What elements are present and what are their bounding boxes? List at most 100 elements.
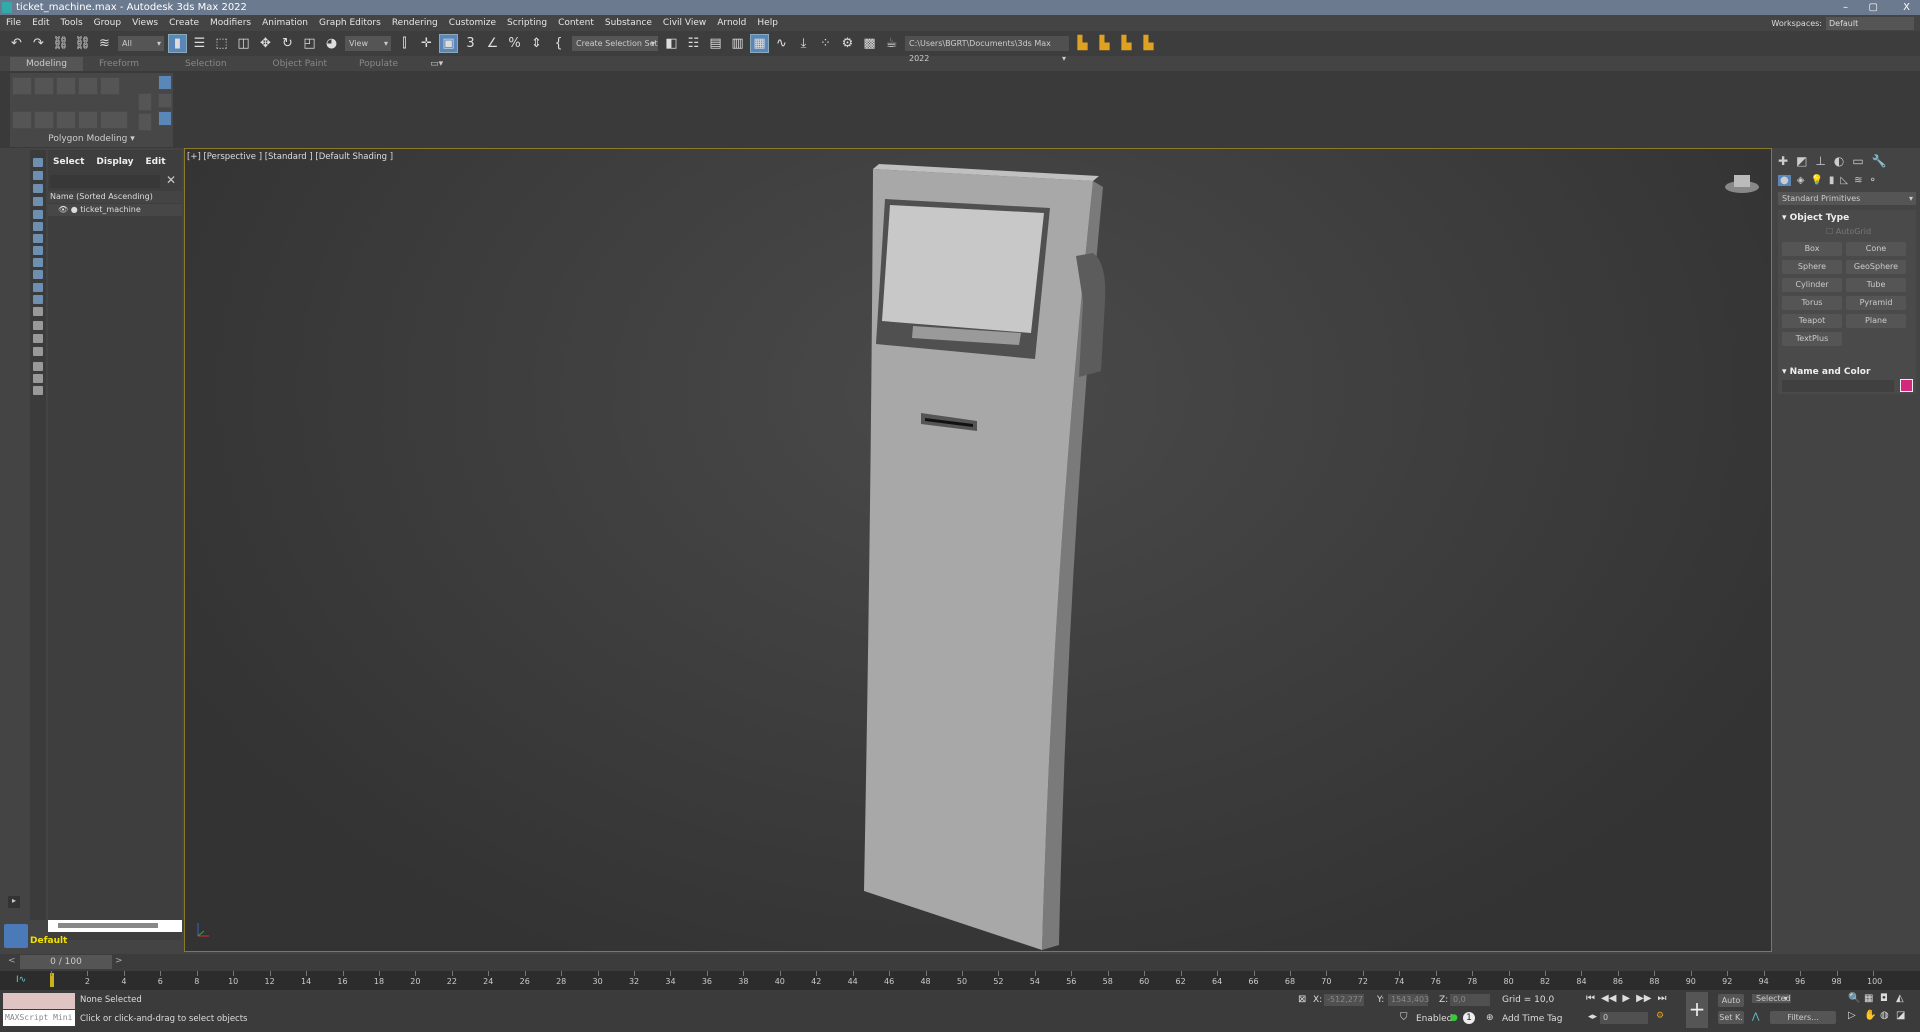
ribbon-tool-icon[interactable] (158, 75, 172, 90)
maxscript-listener-output[interactable] (3, 993, 75, 1009)
layer-toggle-button[interactable] (4, 924, 28, 948)
visibility-eye-icon[interactable]: 👁 (58, 205, 68, 214)
isolate-icon[interactable]: ⛉ (1400, 1012, 1408, 1023)
placement-icon[interactable]: ◕ (323, 35, 340, 52)
name-color-rollout[interactable]: ▾ Name and Color (1778, 364, 1916, 380)
current-layer[interactable]: Default (28, 936, 67, 946)
select-manipulate-icon[interactable]: ✛ (418, 35, 435, 52)
ribbon-tool-icon[interactable] (34, 111, 54, 129)
ribbon-tool-icon[interactable] (138, 113, 152, 131)
select-object-icon[interactable]: ▮ (168, 34, 187, 53)
explorer-filter-icon[interactable] (33, 362, 43, 371)
z-coordinate-input[interactable]: 0,0 (1450, 994, 1490, 1006)
geometry-icon[interactable]: ● (1778, 175, 1791, 186)
object-color-swatch[interactable] (1900, 379, 1913, 392)
absolute-mode-icon[interactable]: ⊠ (1298, 994, 1306, 1005)
rendered-frame-icon[interactable]: ▩ (861, 35, 878, 52)
undo-icon[interactable]: ↶ (8, 35, 25, 52)
textplus-button[interactable]: TextPlus (1782, 332, 1842, 346)
time-slider-thumb[interactable]: 0 / 100 (20, 955, 112, 969)
scene-explorer-icon[interactable]: ▦ (750, 34, 769, 53)
keyboard-shortcut-icon[interactable]: ▣ (439, 34, 458, 53)
menu-animation[interactable]: Animation (262, 18, 308, 28)
unlink-icon[interactable]: ⛓ (74, 35, 91, 52)
geosphere-button[interactable]: GeoSphere (1846, 260, 1906, 274)
schematic-view-icon[interactable]: ⤓ (795, 35, 812, 52)
bind-spacewarp-icon[interactable]: ≋ (96, 35, 113, 52)
default-tangents-icon[interactable]: ⋀ (1752, 1012, 1759, 1022)
mirror-icon[interactable]: ◧ (663, 35, 680, 52)
set-key-button[interactable]: + (1686, 992, 1708, 1028)
menu-create[interactable]: Create (169, 18, 199, 28)
explorer-tab-edit[interactable]: Edit (146, 157, 166, 167)
explorer-filter-icon[interactable] (33, 347, 43, 356)
layer-explorer-icon[interactable]: ▤ (707, 35, 724, 52)
category-dropdown[interactable]: Standard Primitives (1778, 192, 1916, 205)
explorer-filter-icon[interactable] (33, 184, 43, 193)
edit-named-sets-icon[interactable]: { (550, 35, 567, 52)
pivot-icon[interactable]: ⫿ (396, 35, 413, 52)
zoom-extents-all-icon[interactable]: ◭ (1896, 993, 1912, 1004)
menu-edit[interactable]: Edit (32, 18, 49, 28)
snaps-icon[interactable]: 3 (462, 35, 479, 52)
menu-help[interactable]: Help (757, 18, 778, 28)
cameras-icon[interactable]: ▮ (1829, 175, 1835, 186)
material-editor-icon[interactable]: ⁘ (817, 35, 834, 52)
menu-arnold[interactable]: Arnold (717, 18, 746, 28)
motion-tab-icon[interactable]: ◐ (1834, 154, 1844, 168)
explorer-tab-display[interactable]: Display (96, 157, 133, 167)
explorer-filter-icon[interactable] (33, 270, 43, 279)
column-header-name[interactable]: Name (Sorted Ascending) (48, 191, 182, 203)
zoom-all-icon[interactable]: ▦ (1864, 993, 1880, 1004)
angle-snap-icon[interactable]: ∠ (484, 35, 501, 52)
menu-customize[interactable]: Customize (449, 18, 496, 28)
teapot-button[interactable]: Teapot (1782, 314, 1842, 328)
tab-modeling[interactable]: Modeling (10, 57, 83, 71)
explorer-tab-select[interactable]: Select (53, 157, 84, 167)
viewcube-icon[interactable] (1722, 167, 1762, 197)
menu-file[interactable]: File (6, 18, 21, 28)
ribbon-tool-icon[interactable] (56, 111, 76, 129)
project-folder-icon[interactable]: ▙ (1074, 35, 1091, 52)
explorer-filter-icon[interactable] (33, 158, 43, 167)
open-folder-icon[interactable]: ▙ (1096, 35, 1113, 52)
ribbon-tool-icon[interactable] (78, 77, 98, 95)
zoom-extents-icon[interactable]: ◘ (1880, 993, 1896, 1004)
align-icon[interactable]: ☷ (685, 35, 702, 52)
box-button[interactable]: Box (1782, 242, 1842, 256)
menu-graph-editors[interactable]: Graph Editors (319, 18, 381, 28)
explorer-filter-icon[interactable] (33, 334, 43, 343)
clear-search-icon[interactable]: ✕ (166, 173, 176, 187)
explorer-search-input[interactable] (50, 175, 160, 188)
torus-button[interactable]: Torus (1782, 296, 1842, 310)
render-setup-icon[interactable]: ⚙ (839, 35, 856, 52)
selection-filter-dropdown[interactable]: All (118, 36, 164, 51)
x-coordinate-input[interactable]: -512,277 (1324, 994, 1364, 1006)
menu-content[interactable]: Content (558, 18, 594, 28)
y-coordinate-input[interactable]: 1543,403 (1388, 994, 1429, 1006)
explorer-filter-icon[interactable] (33, 386, 43, 395)
tab-selection[interactable]: Selection (155, 57, 256, 71)
menu-substance[interactable]: Substance (605, 18, 652, 28)
auto-key-button[interactable]: Auto (1718, 994, 1744, 1007)
field-of-view-icon[interactable]: ▷ (1848, 1010, 1864, 1021)
workspaces-select[interactable]: Default (1826, 16, 1914, 30)
menu-modifiers[interactable]: Modifiers (210, 18, 251, 28)
prev-frame-button[interactable]: < (8, 956, 16, 966)
explorer-filter-icon[interactable] (33, 307, 43, 316)
maxscript-mini-input[interactable]: MAXScript Mini (3, 1010, 75, 1026)
ribbon-options-icon[interactable]: ▭▾ (414, 57, 459, 71)
maximize-viewport-icon[interactable]: ◪ (1896, 1010, 1912, 1021)
autogrid-checkbox[interactable]: ☐ AutoGrid (1826, 227, 1871, 236)
explorer-filter-icon[interactable] (33, 210, 43, 219)
go-to-start-icon[interactable]: ⏮ (1586, 993, 1595, 1004)
explorer-filter-icon[interactable] (33, 234, 43, 243)
explorer-filter-icon[interactable] (33, 295, 43, 304)
tab-object-paint[interactable]: Object Paint (257, 57, 343, 71)
add-time-tag-button[interactable]: Add Time Tag (1502, 1014, 1562, 1024)
go-to-end-icon[interactable]: ⏭ (1657, 993, 1666, 1004)
shapes-icon[interactable]: ◈ (1797, 175, 1805, 186)
ribbon-tool-icon[interactable] (158, 93, 172, 108)
pan-icon[interactable]: ✋ (1864, 1010, 1880, 1021)
ribbon-tool-icon[interactable] (78, 111, 98, 129)
